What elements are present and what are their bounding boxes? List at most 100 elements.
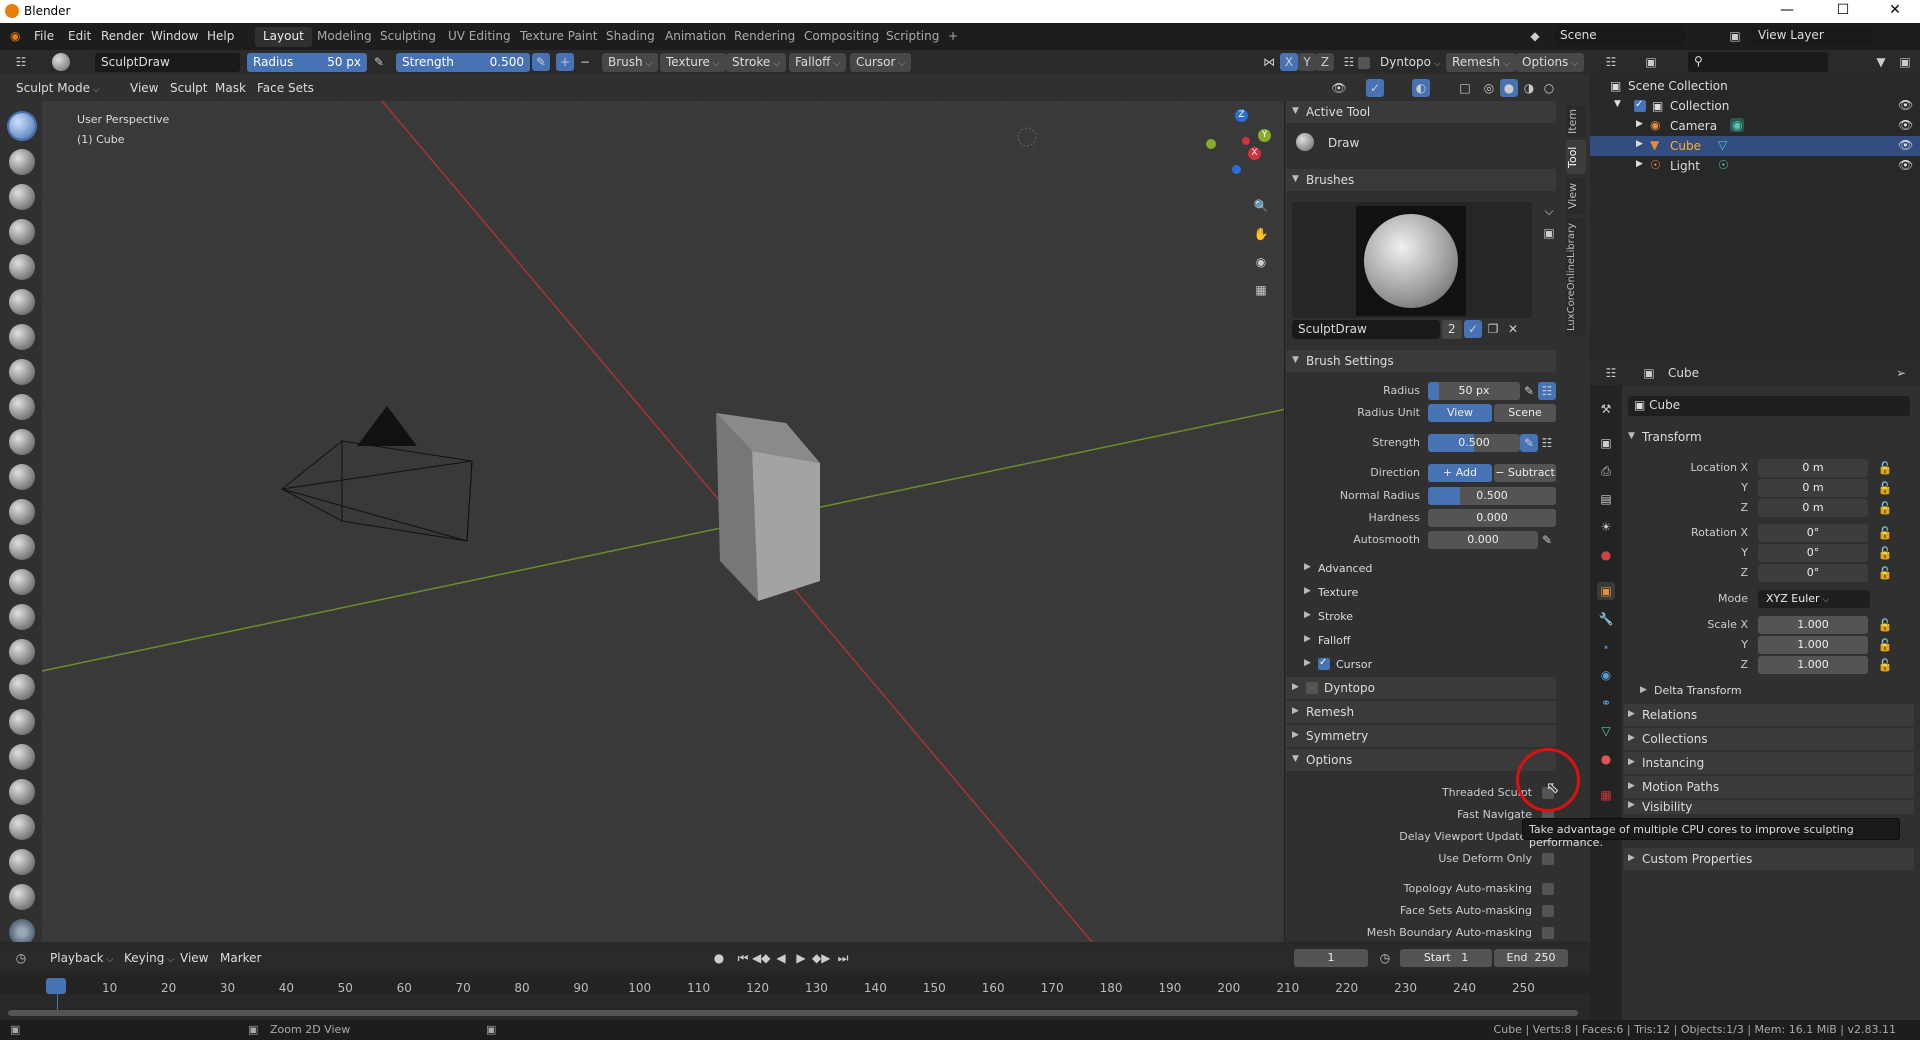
autosmooth-pressure-icon[interactable]: ✎ [1538,531,1556,549]
location-y-field[interactable]: 0 m [1758,479,1868,497]
expand-brushes-icon[interactable]: ⌵ [1540,202,1558,220]
overlay-icon[interactable]: ◐ [1412,79,1430,97]
modifier-tab-icon[interactable]: 🔧 [1597,610,1615,628]
duplicate-brush-icon[interactable]: ❐ [1484,320,1502,338]
lock-location-z-icon[interactable]: 🔓 [1876,499,1894,517]
object-name-field[interactable]: ▣ Cube [1628,396,1910,416]
texture-subpanel[interactable]: Texture [1318,586,1358,599]
editor-type-icon[interactable]: ☷ [12,53,30,71]
data-tab-icon[interactable]: ▽ [1597,722,1615,740]
jump-start-icon[interactable]: ⏮ [734,949,752,967]
scale-y-field[interactable]: 1.000 [1758,636,1868,654]
crease-tool-icon[interactable] [9,394,35,420]
lock-location-x-icon[interactable]: 🔓 [1876,459,1894,477]
marker-menu[interactable]: Marker [214,949,267,968]
tab-rendering[interactable]: Rendering [726,27,803,47]
texture-tab-icon[interactable]: ▦ [1597,786,1615,804]
menu-edit[interactable]: Edit [68,29,91,43]
stroke-expand-icon[interactable]: ▶ [1304,610,1311,620]
filter-icon[interactable]: ▼ [1872,53,1890,71]
brushes-panel-header[interactable]: Brushes [1286,169,1556,191]
tool-tab-icon[interactable]: ⚒ [1597,400,1615,418]
gizmo-neg-z[interactable] [1232,165,1241,174]
falloff-subpanel[interactable]: Falloff [1318,634,1350,647]
elastic-deform-tool-icon[interactable] [9,674,35,700]
mirror-y-toggle[interactable]: Y [1298,53,1316,71]
face-sets-automasking-checkbox[interactable] [1542,905,1554,917]
menu-window[interactable]: Window [151,29,198,43]
outliner-cube-row[interactable]: ▶ ▼ Cube ▽ 👁 [1590,136,1920,156]
collections-panel-header[interactable]: ▶ Collections [1624,728,1914,750]
scene-icon[interactable]: ◆ [1526,27,1544,45]
radius-pressure-icon-sidebar[interactable]: ✎ [1520,382,1538,400]
lock-icon[interactable]: ☷ [1340,53,1358,71]
normal-radius-field[interactable]: 0.500 [1428,487,1556,505]
active-tool-brush-icon[interactable] [52,53,70,71]
layer-tool-icon[interactable] [9,289,35,315]
radius-field-sidebar[interactable]: 50 px [1428,382,1520,400]
pose-tool-icon[interactable] [9,779,35,805]
outliner-light-row[interactable]: ▶ ☉ Light ☉ 👁 [1590,156,1920,176]
multiplane-scrape-tool-icon[interactable] [9,569,35,595]
constraints-tab-icon[interactable]: ⚭ [1597,694,1615,712]
playhead-marker[interactable] [46,978,66,994]
tab-sculpting[interactable]: Sculpting [372,27,444,47]
custom-properties-panel-header[interactable]: ▶ Custom Properties [1624,848,1914,870]
cursor-checkbox[interactable] [1318,657,1330,670]
location-x-field[interactable]: 0 m [1758,459,1868,477]
lock-rotation-z-icon[interactable]: 🔓 [1876,564,1894,582]
properties-editor-type-icon[interactable]: ☷ [1602,364,1620,382]
gizmo-neg-y[interactable] [1206,139,1216,149]
pin-icon[interactable]: ➢ [1892,364,1910,382]
mirror-x-toggle[interactable]: X [1280,53,1298,71]
end-frame-field[interactable]: End 250 [1494,949,1568,967]
outliner-editor-type-icon[interactable]: ☷ [1602,53,1620,71]
xray-icon[interactable]: □ [1456,79,1474,97]
view-layer-icon[interactable]: ▣ [1726,27,1744,45]
lock-scale-x-icon[interactable]: 🔓 [1876,616,1894,634]
gizmo-x-axis[interactable]: X [1248,147,1261,160]
advanced-expand-icon[interactable]: ▶ [1304,562,1311,572]
options-menu[interactable]: Options [1516,53,1584,72]
scene-selector[interactable]: Scene [1554,26,1686,46]
lock-rotation-x-icon[interactable]: 🔓 [1876,524,1894,542]
object-tab-icon[interactable]: ▣ [1597,582,1615,600]
rotation-z-field[interactable]: 0° [1758,564,1868,582]
material-shading-icon[interactable]: ◑ [1520,79,1538,97]
prev-keyframe-icon[interactable]: ◀◆ [752,949,770,967]
fill-tool-icon[interactable] [9,499,35,525]
gizmo-neg-x[interactable] [1242,137,1250,145]
stroke-menu[interactable]: Stroke [726,53,786,72]
brush-preview-box[interactable] [1292,202,1532,318]
new-collection-icon[interactable]: ▣ [1896,53,1914,71]
menu-render[interactable]: Render [101,29,144,43]
outliner-search-input[interactable]: ⚲ [1688,52,1828,72]
lock-scale-y-icon[interactable]: 🔓 [1876,636,1894,654]
face-sets-menu[interactable]: Face Sets [251,79,320,98]
add-workspace-button[interactable]: + [940,27,966,47]
draw-tool-icon[interactable] [7,111,37,141]
particles-tab-icon[interactable]: ⋆ [1597,638,1615,656]
display-mode-icon[interactable]: ▣ [1642,53,1660,71]
brush-name-field-sidebar[interactable]: SculptDraw [1292,320,1440,339]
topology-automasking-checkbox[interactable] [1542,883,1554,895]
timeline-scrollbar[interactable] [8,1010,1578,1016]
render-tab-icon[interactable]: ▣ [1597,434,1615,452]
tab-luxcore-online-library[interactable]: LuxCoreOnlineLibrary [1566,218,1586,336]
playback-menu[interactable]: Playback [44,949,119,968]
collection-include-checkbox[interactable] [1634,99,1646,112]
physics-tab-icon[interactable]: ◉ [1597,666,1615,684]
tab-texture-paint[interactable]: Texture Paint [512,27,605,47]
light-data-icon[interactable]: ☉ [1718,158,1729,172]
cursor-menu[interactable]: Cursor [850,53,912,72]
sculpt-menu[interactable]: Sculpt [164,79,213,98]
gizmo-y-axis[interactable]: Y [1258,129,1271,142]
clay-strips-tool-icon[interactable] [9,219,35,245]
remesh-panel-header[interactable]: Remesh [1286,701,1556,723]
rotation-x-field[interactable]: 0° [1758,524,1868,542]
outliner-camera-row[interactable]: ▶ ◉ Camera ◉ 👁 [1590,116,1920,136]
flatten-tool-icon[interactable] [9,464,35,490]
brush-users-count[interactable]: 2 [1442,320,1462,339]
direction-add-icon[interactable]: + [556,53,574,71]
gizmo-z-axis[interactable]: Z [1235,109,1248,122]
